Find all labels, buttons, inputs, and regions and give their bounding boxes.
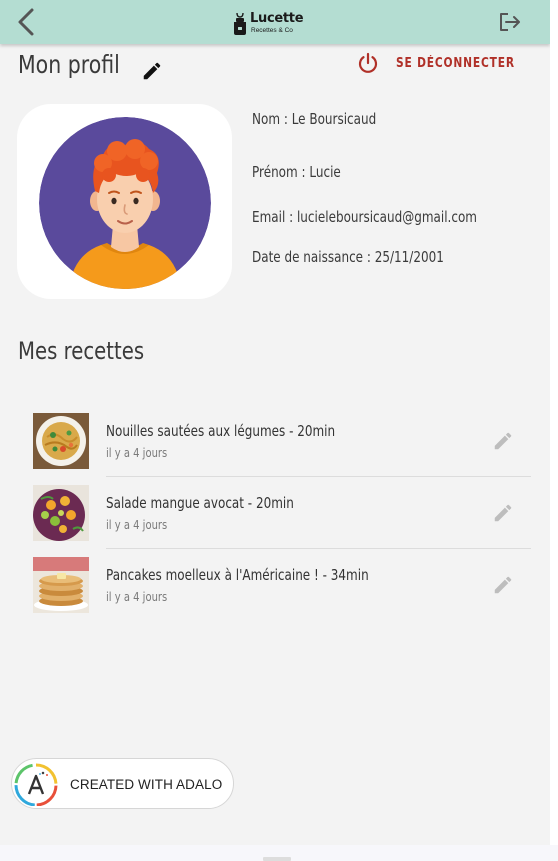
edit-recipe-button[interactable]: [492, 574, 514, 596]
pancakes-image: [33, 557, 89, 613]
profile-email: Email : lucieleboursicaud@gmail.com: [252, 208, 477, 226]
profile-screen: Lucette Recettes & Co Mon profil SE DÉCO…: [0, 0, 550, 845]
logout-icon: [500, 13, 520, 31]
pencil-icon: [494, 576, 512, 594]
salad-image: [33, 485, 89, 541]
email-key: Email :: [252, 208, 297, 226]
apron-icon: [234, 12, 246, 35]
profile-firstname: Prénom : Lucie: [252, 163, 341, 181]
recipe-list-item[interactable]: Nouilles sautées aux légumes - 20min il …: [33, 405, 531, 477]
recipe-list: Nouilles sautées aux légumes - 20min il …: [33, 405, 531, 621]
logo-subtitle: Recettes & Co: [251, 27, 293, 34]
created-with-adalo-badge[interactable]: CREATED WITH ADALO: [11, 758, 234, 809]
recipe-date: il y a 4 jours: [106, 589, 168, 604]
scrollbar-track: [550, 0, 558, 861]
firstname-value: Lucie: [309, 163, 341, 181]
avatar-card: [17, 104, 232, 299]
recipe-thumbnail: [33, 413, 89, 469]
adalo-logo-icon: [14, 763, 58, 806]
recipe-title: Pancakes moelleux à l'Américaine ! - 34m…: [106, 566, 369, 584]
birthdate-value: 25/11/2001: [374, 248, 444, 266]
chevron-left-icon: [18, 8, 34, 36]
recipes-section-title: Mes recettes: [18, 337, 145, 365]
adalo-badge-label: CREATED WITH ADALO: [70, 777, 223, 792]
recipe-thumbnail: [33, 557, 89, 613]
profile-lastname: Nom : Le Boursicaud: [252, 110, 376, 128]
top-app-bar: Lucette Recettes & Co: [0, 0, 550, 44]
recipe-date: il y a 4 jours: [106, 517, 168, 532]
recipe-thumbnail: [33, 485, 89, 541]
profile-birthdate: Date de naissance : 25/11/2001: [252, 248, 444, 266]
recipe-list-item[interactable]: Salade mangue avocat - 20min il y a 4 jo…: [33, 477, 531, 549]
recipe-date: il y a 4 jours: [106, 445, 168, 460]
page-title: Mon profil: [18, 50, 120, 79]
logout-action-button[interactable]: SE DÉCONNECTER: [357, 52, 517, 76]
logout-label: SE DÉCONNECTER: [396, 56, 515, 71]
noodles-image: [33, 413, 89, 469]
recipe-title: Salade mangue avocat - 20min: [106, 494, 294, 512]
pencil-icon: [143, 62, 161, 80]
app-logo: Lucette Recettes & Co: [232, 11, 308, 36]
edit-recipe-button[interactable]: [492, 430, 514, 452]
lastname-value: Le Boursicaud: [291, 110, 377, 128]
edit-recipe-button[interactable]: [492, 502, 514, 524]
avatar: [39, 117, 211, 289]
lastname-key: Nom :: [252, 110, 292, 128]
birthdate-key: Date de naissance :: [252, 248, 375, 266]
logout-button[interactable]: [498, 11, 522, 33]
email-value: lucieleboursicaud@gmail.com: [296, 208, 477, 226]
recipe-title: Nouilles sautées aux légumes - 20min: [106, 422, 336, 440]
avatar-illustration: [39, 117, 211, 289]
bottom-handle: [263, 857, 291, 861]
back-button[interactable]: [14, 6, 40, 38]
pencil-icon: [494, 432, 512, 450]
pencil-icon: [494, 504, 512, 522]
power-icon: [358, 52, 378, 73]
logo-title: Lucette: [250, 11, 304, 26]
firstname-key: Prénom :: [252, 163, 310, 181]
edit-profile-button[interactable]: [141, 60, 163, 82]
recipe-list-item[interactable]: Pancakes moelleux à l'Américaine ! - 34m…: [33, 549, 531, 621]
